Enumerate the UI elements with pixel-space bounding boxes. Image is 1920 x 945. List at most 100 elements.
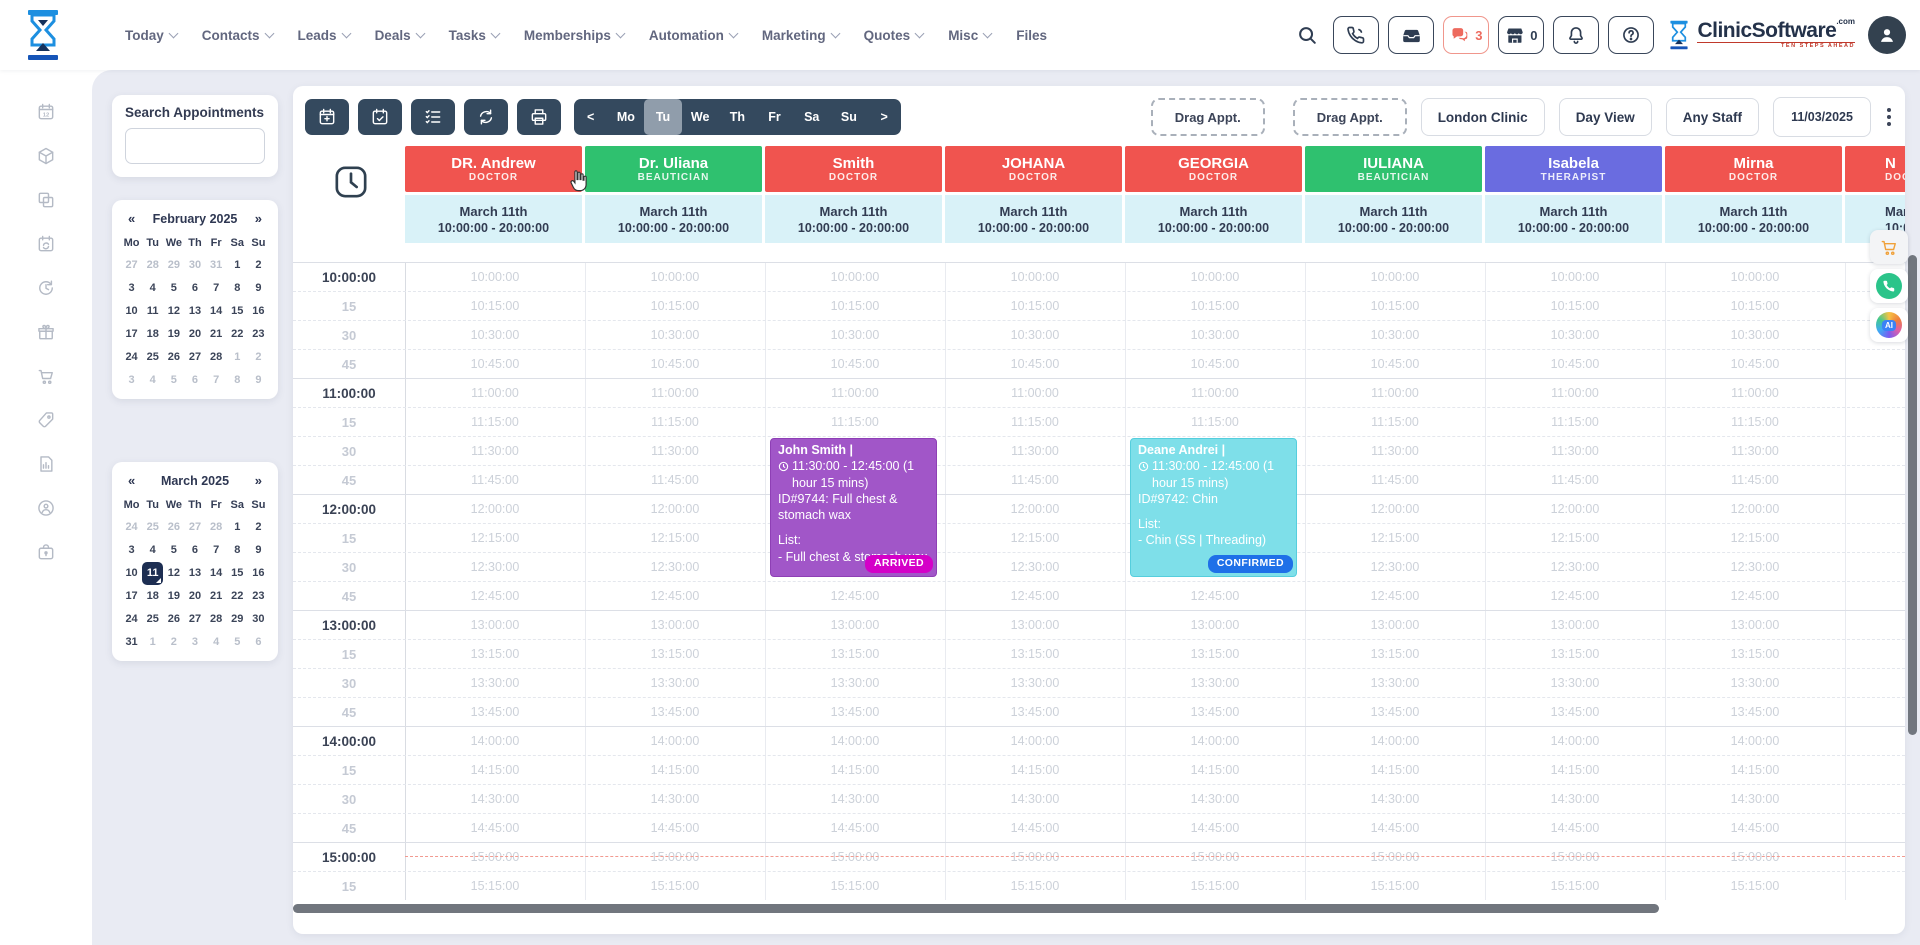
next-month-button[interactable]: » [252,211,265,226]
calendar-day[interactable]: 6 [184,277,205,300]
calendar-day[interactable]: 6 [184,539,205,562]
schedule-slot-cell[interactable]: 14:15:00 [405,756,585,785]
brand-logo[interactable]: ClinicSoftware.com TEN STEPS AHEAD [1667,19,1855,51]
schedule-slot-cell[interactable]: 13:15:00 [405,640,585,669]
notifications-button[interactable] [1553,16,1599,54]
calendar-day[interactable]: 15 [227,300,248,323]
user-avatar[interactable] [1868,16,1906,54]
store-button[interactable]: 0 [1498,16,1544,54]
schedule-slot-cell[interactable]: 14:15:00 [1665,756,1845,785]
calendar-day[interactable]: 5 [163,277,184,300]
calendar-day[interactable]: 8 [227,539,248,562]
schedule-slot-cell[interactable]: 10:00:00 [1125,263,1305,292]
schedule-slot-cell[interactable]: 11:45:00 [405,466,585,495]
calendar-day[interactable]: 23 [248,585,269,608]
calendar-day[interactable]: 27 [184,608,205,631]
calendar-day[interactable]: 24 [121,608,142,631]
calendar-day[interactable]: 26 [163,608,184,631]
calendar-day-selected[interactable]: 11 [142,562,163,585]
calendar-day[interactable]: 25 [142,608,163,631]
schedule-slot-cell[interactable]: 13:15:00 [1485,640,1665,669]
schedule-slot-cell[interactable]: 14:00:00 [405,727,585,756]
schedule-slot-cell[interactable]: 10:15:00 [1665,292,1845,321]
calendar-day[interactable]: 2 [248,346,269,369]
schedule-slot-cell[interactable]: 12:15:00 [1845,524,1905,553]
schedule-slot-cell[interactable]: 13:30:00 [945,669,1125,698]
calendar-day[interactable]: 13 [184,300,205,323]
schedule-slot-cell[interactable]: 14:00:00 [1125,727,1305,756]
schedule-slot-cell[interactable]: 11:45:00 [585,466,765,495]
schedule-slot-cell[interactable]: 11:45:00 [945,466,1125,495]
calendar-day[interactable]: 4 [206,631,227,654]
schedule-slot-cell[interactable]: 15:00:00 [1305,843,1485,872]
calendar-day[interactable]: 27 [121,254,142,277]
calendar-day[interactable]: 10 [121,300,142,323]
schedule-slot-cell[interactable]: 14:15:00 [1125,756,1305,785]
calendar-day[interactable]: 18 [142,323,163,346]
schedule-slot-cell[interactable]: 15:15:00 [765,872,945,901]
schedule-slot-cell[interactable]: 10:15:00 [765,292,945,321]
schedule-slot-cell[interactable]: 12:00:00 [585,495,765,524]
calendar-day[interactable]: 4 [142,277,163,300]
calendar-day[interactable]: 1 [227,516,248,539]
schedule-slot-cell[interactable]: 12:15:00 [405,524,585,553]
calendar-day[interactable]: 26 [163,346,184,369]
schedule-slot-cell[interactable]: 12:45:00 [1305,582,1485,611]
history-icon[interactable] [36,278,56,298]
schedule-slot-cell[interactable]: 12:00:00 [1305,495,1485,524]
schedule-slot-cell[interactable]: 11:00:00 [1845,379,1905,408]
calendar-day[interactable]: 25 [142,516,163,539]
schedule-slot-cell[interactable]: 15:00:00 [945,843,1125,872]
schedule-slot-cell[interactable]: 11:00:00 [405,379,585,408]
schedule-slot-cell[interactable]: 14:45:00 [1665,814,1845,843]
prev-month-button[interactable]: « [125,473,138,488]
calendar-day[interactable]: 28 [142,254,163,277]
schedule-slot-cell[interactable]: 14:45:00 [1845,814,1905,843]
staff-column-header[interactable]: GEORGIADOCTOR [1125,146,1302,192]
staff-column-header[interactable]: JOHANADOCTOR [945,146,1122,192]
app-logo-icon[interactable] [22,8,64,62]
schedule-slot-cell[interactable]: 13:00:00 [945,611,1125,640]
staff-column-header[interactable]: IULIANABEAUTICIAN [1305,146,1482,192]
calendar-day[interactable]: 30 [248,608,269,631]
schedule-slot-cell[interactable]: 10:00:00 [585,263,765,292]
schedule-slot-cell[interactable]: 14:30:00 [1665,785,1845,814]
schedule-slot-cell[interactable]: 11:45:00 [1305,466,1485,495]
schedule-slot-cell[interactable]: 15:00:00 [1485,843,1665,872]
schedule-slot-cell[interactable]: 11:30:00 [405,437,585,466]
schedule-slot-cell[interactable]: 13:30:00 [405,669,585,698]
schedule-slot-cell[interactable]: 13:45:00 [1125,698,1305,727]
nav-item-today[interactable]: Today [125,28,177,43]
schedule-slot-cell[interactable]: 11:30:00 [1485,437,1665,466]
package-icon[interactable] [36,146,56,166]
calendar-day[interactable]: 3 [121,539,142,562]
staff-column-header[interactable]: Dr. UlianaBEAUTICIAN [585,146,762,192]
schedule-slot-cell[interactable]: 14:30:00 [585,785,765,814]
calendar-day[interactable]: 24 [121,516,142,539]
appointment-block[interactable]: Deane Andrei |11:30:00 - 12:45:00 (1 hou… [1130,438,1297,577]
schedule-slot-cell[interactable]: 14:00:00 [1305,727,1485,756]
schedule-slot-cell[interactable]: 11:00:00 [1125,379,1305,408]
schedule-slot-cell[interactable]: 10:30:00 [405,321,585,350]
schedule-slot-cell[interactable]: 14:15:00 [585,756,765,785]
calendar-day[interactable]: 11 [142,300,163,323]
schedule-slot-cell[interactable]: 14:00:00 [945,727,1125,756]
schedule-slot-cell[interactable]: 14:30:00 [1485,785,1665,814]
calendar-day[interactable]: 7 [206,277,227,300]
schedule-slot-cell[interactable]: 13:15:00 [1305,640,1485,669]
schedule-slot-cell[interactable]: 11:30:00 [945,437,1125,466]
calendar-day[interactable]: 19 [163,323,184,346]
staff-column-header[interactable]: NDOCTOR [1845,146,1905,192]
nav-item-quotes[interactable]: Quotes [864,28,924,43]
schedule-slot-cell[interactable]: 14:15:00 [1845,756,1905,785]
nav-item-contacts[interactable]: Contacts [202,28,273,43]
schedule-slot-cell[interactable]: 10:45:00 [1665,350,1845,379]
schedule-slot-cell[interactable]: 12:15:00 [1305,524,1485,553]
schedule-slot-cell[interactable]: 14:45:00 [945,814,1125,843]
schedule-slot-cell[interactable]: 13:00:00 [1485,611,1665,640]
schedule-slot-cell[interactable]: 14:30:00 [765,785,945,814]
calendar-day[interactable]: 9 [248,539,269,562]
schedule-slot-cell[interactable]: 15:15:00 [945,872,1125,901]
nav-item-leads[interactable]: Leads [298,28,350,43]
calendar-day[interactable]: 3 [121,277,142,300]
